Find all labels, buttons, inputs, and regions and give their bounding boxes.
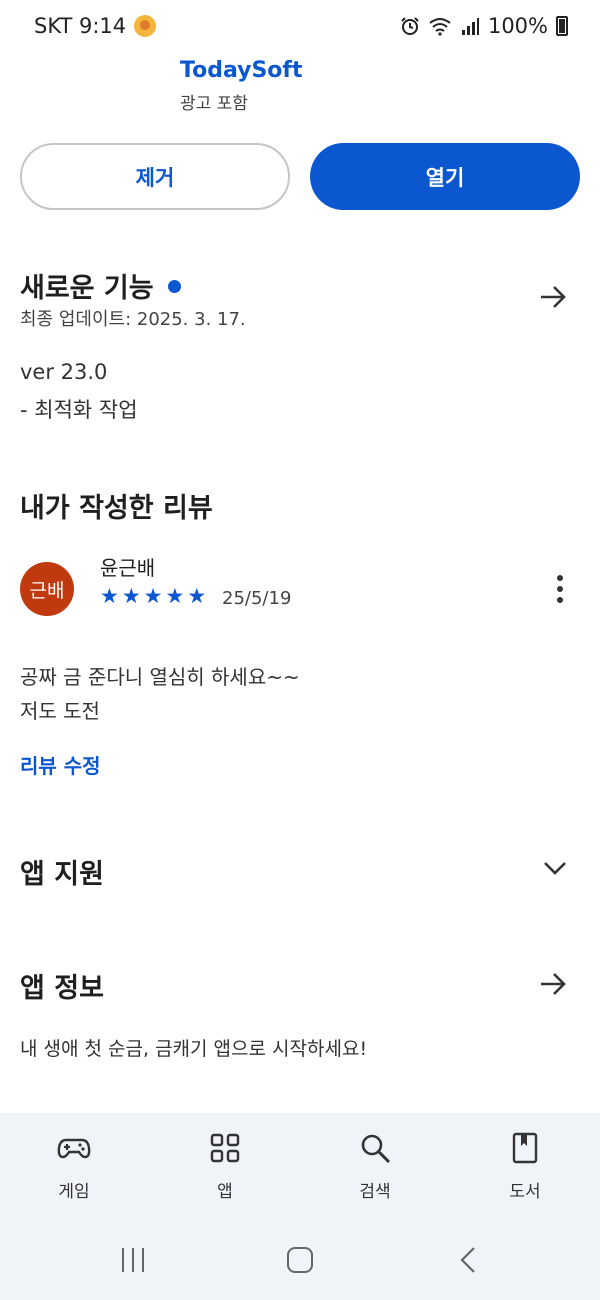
back-icon[interactable] [454, 1245, 484, 1275]
app-support-title[interactable]: 앱 지원 [20, 852, 104, 891]
star-icon: ★ [100, 584, 119, 608]
alarm-icon [401, 17, 419, 35]
battery-icon [556, 16, 568, 36]
nav-label-books: 도서 [509, 1182, 541, 1202]
apps-grid-icon [210, 1133, 240, 1163]
review-text-line: 공짜 금 준다니 열심히 하세요~~ [20, 665, 300, 689]
rating-stars: ★ ★ ★ ★ ★ [100, 585, 206, 607]
review-text: 공짜 금 준다니 열심히 하세요~~ 저도 도전 [20, 660, 300, 728]
about-title[interactable]: 앱 정보 [20, 966, 104, 1005]
changes-text: - 최적화 작업 [20, 398, 138, 422]
recent-apps-icon[interactable] [118, 1245, 148, 1275]
about-description: 내 생애 첫 순금, 금캐기 앱으로 시작하세요! [20, 1038, 368, 1060]
edit-review-link[interactable]: 리뷰 수정 [20, 750, 101, 779]
nav-label-search: 검색 [359, 1182, 391, 1202]
search-icon [361, 1134, 391, 1164]
battery-percent: 100% [487, 14, 548, 38]
remove-button[interactable]: 제거 [20, 143, 290, 210]
star-icon: ★ [143, 584, 163, 608]
star-icon: ★ [187, 584, 207, 608]
status-right: 100% [400, 14, 568, 38]
version-text: ver 23.0 [20, 360, 108, 384]
ads-note: 광고 포함 [180, 94, 248, 114]
whats-new-arrow-icon[interactable] [538, 282, 568, 312]
gamepad-icon [57, 1138, 91, 1159]
status-bar: SKT 9:14 100% [0, 0, 600, 56]
app-header: TodaySoft 광고 포함 [180, 58, 303, 114]
new-indicator-dot [167, 280, 181, 293]
home-icon[interactable] [285, 1245, 315, 1275]
nav-item-books[interactable]: 도서 [475, 1131, 575, 1202]
developer-name[interactable]: TodaySoft [180, 58, 303, 83]
my-review-title: 내가 작성한 리뷰 [20, 493, 213, 524]
notification-emoji-icon [134, 15, 157, 37]
whats-new-title: 새로운 기능 [20, 273, 154, 304]
nav-label-apps: 앱 [217, 1182, 233, 1202]
review-date: 25/5/19 [222, 588, 292, 609]
signal-icon [461, 18, 479, 35]
last-updated: 최종 업데이트: 2025. 3. 17. [20, 309, 246, 330]
about-arrow-icon[interactable] [538, 969, 568, 999]
bottom-navigation: 게임 앱 검색 도서 [0, 1113, 600, 1300]
nav-item-apps[interactable]: 앱 [175, 1131, 275, 1202]
reviewer-name: 윤근배 [100, 556, 156, 580]
nav-item-search[interactable]: 검색 [325, 1131, 425, 1202]
wifi-icon [429, 18, 451, 36]
avatar: 근배 [20, 562, 74, 616]
status-left: SKT 9:14 [34, 14, 157, 38]
carrier-time: SKT 9:14 [34, 14, 127, 38]
star-icon: ★ [121, 584, 141, 608]
whats-new-header[interactable]: 새로운 기능 [20, 266, 181, 305]
more-options-icon[interactable] [552, 574, 568, 604]
star-icon: ★ [165, 584, 185, 608]
chevron-down-icon[interactable] [540, 853, 570, 883]
review-text-line: 저도 도전 [20, 699, 100, 723]
nav-label-games: 게임 [58, 1182, 90, 1202]
book-icon [512, 1132, 538, 1164]
nav-item-games[interactable]: 게임 [24, 1131, 124, 1202]
open-button[interactable]: 열기 [310, 143, 580, 210]
